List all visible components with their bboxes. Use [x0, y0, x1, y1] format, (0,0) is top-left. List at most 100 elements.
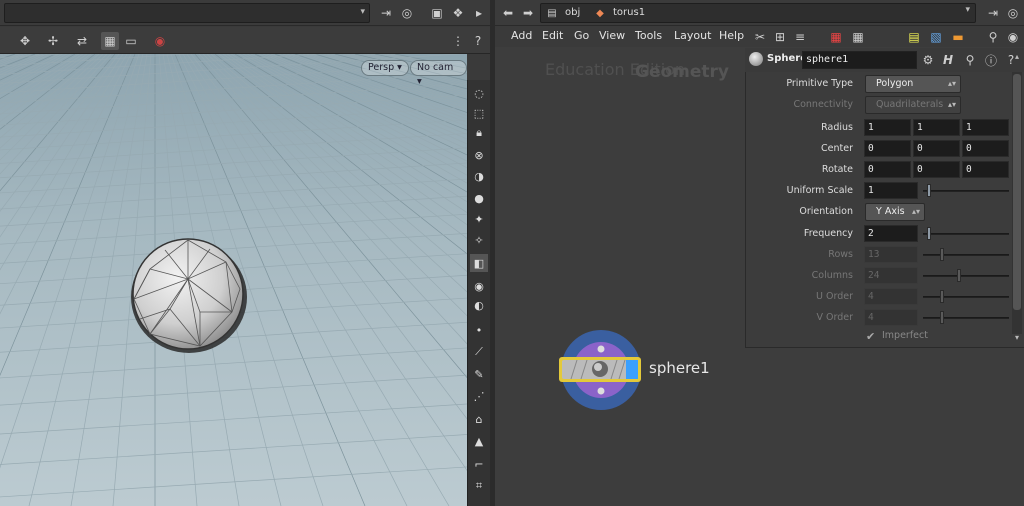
render-icon[interactable]: ❖ [449, 4, 467, 22]
back-arrow-icon[interactable]: ⬅ [499, 4, 517, 22]
search-icon[interactable]: ⚲ [961, 51, 979, 69]
scroll-up-icon[interactable]: ▴ [1012, 52, 1022, 63]
param-menu[interactable]: Quadrilaterals ▴▾ [865, 96, 961, 114]
sticky-note-icon[interactable]: ▤ [905, 28, 923, 46]
lock-icon[interactable]: 🔒︎ [470, 124, 488, 142]
scroll-down-icon[interactable]: ▾ [1012, 333, 1022, 344]
param-slider-handle[interactable] [940, 311, 945, 324]
param-slider-track[interactable] [923, 296, 1009, 298]
param-vector-field[interactable]: 1 [962, 119, 1009, 136]
param-vector-field[interactable]: 0 [962, 140, 1009, 157]
param-number-field[interactable]: 4 [864, 309, 918, 326]
eye-icon[interactable]: ◉ [1004, 28, 1022, 46]
display-icon[interactable]: ▭ [122, 32, 140, 50]
param-number-field[interactable]: 4 [864, 288, 918, 305]
param-vector-field[interactable]: 0 [913, 161, 960, 178]
grid-icon[interactable]: ▦ [849, 28, 867, 46]
param-slider-handle[interactable] [940, 290, 945, 303]
link-icon[interactable]: ◎ [1004, 4, 1022, 22]
help-icon[interactable]: ? [469, 32, 487, 50]
param-number-field[interactable]: 1 [864, 182, 918, 199]
tree-icon[interactable]: ⊞ [771, 28, 789, 46]
menu-help[interactable]: Help [719, 29, 744, 42]
light-icon[interactable]: ● [470, 189, 488, 207]
pencil-icon[interactable]: ✎ [470, 365, 488, 383]
gear-icon[interactable]: ⚙ [919, 51, 937, 69]
param-slider-track[interactable] [923, 275, 1009, 277]
bulb-icon[interactable]: ✦ [470, 210, 488, 228]
camera-menu-button[interactable]: No cam ▾ [410, 60, 467, 87]
param-vector-field[interactable]: 1 [864, 119, 911, 136]
param-menu[interactable]: Y Axis ▴▾ [865, 203, 925, 221]
display-options-icon[interactable]: ⋮ [449, 32, 467, 50]
wrench-icon[interactable]: ▲ [470, 432, 488, 450]
param-slider-handle[interactable] [927, 184, 932, 197]
menu-tools[interactable]: Tools [635, 29, 662, 42]
checkmark-icon[interactable]: ✔ [866, 330, 875, 343]
shading-icon[interactable]: ◧ [470, 254, 488, 272]
link-icon[interactable]: ◎ [398, 4, 416, 22]
ghost-icon[interactable]: ◌ [470, 84, 488, 102]
image-icon[interactable]: ▧ [927, 28, 945, 46]
node-name-label[interactable]: sphere1 [649, 359, 710, 377]
spotlight-icon[interactable]: ✧ [470, 231, 488, 249]
houdini-icon[interactable]: H [939, 51, 957, 69]
param-slider-handle[interactable] [927, 227, 932, 240]
crop-icon[interactable]: ⌗ [470, 477, 488, 495]
menu-edit[interactable]: Edit [542, 29, 563, 42]
camera-lock-icon[interactable]: ⊗ [470, 146, 488, 164]
param-number-field[interactable]: 24 [864, 267, 918, 284]
visibility-icon[interactable]: ◐ [470, 296, 488, 314]
search-icon[interactable]: ⚲ [984, 28, 1002, 46]
pin-icon[interactable]: ⇥ [377, 4, 395, 22]
network-path-bar[interactable]: ▤ obj ◆ torus1 ▾ [540, 3, 976, 23]
param-slider-handle[interactable] [940, 248, 945, 261]
snap-icon[interactable]: ▦ [101, 32, 119, 50]
select-icon[interactable]: ⬚ [470, 104, 488, 122]
param-slider-track[interactable] [923, 317, 1009, 319]
menu-view[interactable]: View [599, 29, 625, 42]
param-number-field[interactable]: 2 [864, 225, 918, 242]
param-slider-track[interactable] [923, 233, 1009, 235]
param-vector-field[interactable]: 0 [864, 140, 911, 157]
desktop-dropdown[interactable]: ▾ [4, 3, 370, 23]
path-crumb-torus[interactable]: torus1 [613, 5, 645, 21]
3d-viewport[interactable]: Persp ▾ No cam ▾ [0, 54, 467, 506]
box-icon[interactable]: ▬ [949, 28, 967, 46]
eye-icon[interactable]: ◉ [470, 277, 488, 295]
sphere-node[interactable] [555, 328, 647, 412]
paint-icon[interactable]: ⌂ [470, 410, 488, 428]
point-icon[interactable]: • [470, 321, 488, 339]
dolly-icon[interactable]: ⇄ [73, 32, 91, 50]
pane-menu-icon[interactable]: ▸ [470, 4, 488, 22]
tumble-icon[interactable]: ✥ [16, 32, 34, 50]
cube-icon[interactable]: ▣ [428, 4, 446, 22]
corner-icon[interactable]: ⌐ [470, 455, 488, 473]
perspective-menu-button[interactable]: Persp ▾ [361, 60, 409, 76]
forward-arrow-icon[interactable]: ➡ [519, 4, 537, 22]
number-12-icon[interactable]: ⋰ [470, 387, 488, 405]
param-vector-field[interactable]: 0 [913, 140, 960, 157]
param-vector-field[interactable]: 0 [864, 161, 911, 178]
node-name-field[interactable]: sphere1 [802, 51, 917, 69]
palette-icon[interactable]: ▦ [827, 28, 845, 46]
pan-icon[interactable]: ✢ [44, 32, 62, 50]
param-slider-track[interactable] [923, 254, 1009, 256]
param-slider-track[interactable] [923, 190, 1009, 192]
list-icon[interactable]: ≡ [791, 28, 809, 46]
param-vector-field[interactable]: 1 [913, 119, 960, 136]
param-vector-field[interactable]: 0 [962, 161, 1009, 178]
lights-icon[interactable]: ◑ [470, 167, 488, 185]
menu-go[interactable]: Go [574, 29, 589, 42]
info-icon[interactable]: ⓘ [982, 51, 1000, 69]
tools-icon[interactable]: ✂ [751, 28, 769, 46]
scrollbar-thumb[interactable] [1013, 74, 1021, 310]
record-icon[interactable]: ◉ [151, 32, 169, 50]
param-slider-handle[interactable] [957, 269, 962, 282]
menu-layout[interactable]: Layout [674, 29, 711, 42]
param-number-field[interactable]: 13 [864, 246, 918, 263]
brush-icon[interactable]: ⟋ [470, 343, 488, 361]
menu-add[interactable]: Add [511, 29, 532, 42]
param-menu[interactable]: Polygon ▴▾ [865, 75, 961, 93]
path-crumb-obj[interactable]: obj [565, 5, 580, 21]
